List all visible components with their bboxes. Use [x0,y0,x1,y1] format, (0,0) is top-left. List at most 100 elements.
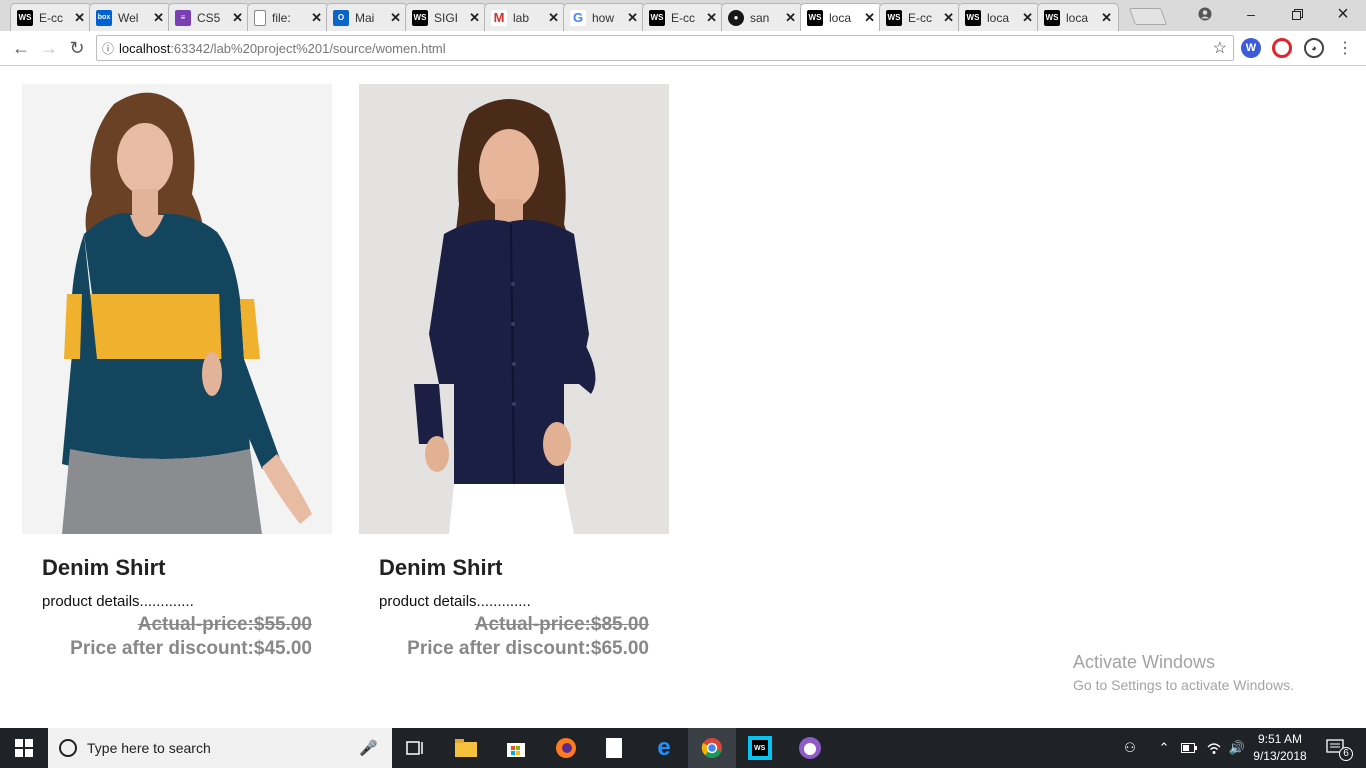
close-tab-icon[interactable]: ✕ [864,10,875,26]
ws-icon: WS [886,9,902,26]
battery-icon[interactable] [1178,728,1200,768]
github-desktop-icon[interactable] [786,728,834,768]
browser-toolbar: ← → ↻ ⓘ localhost:63342/lab%20project%20… [0,31,1366,66]
forward-button[interactable]: → [37,36,61,60]
browser-tab[interactable]: box Wel ✕ [89,3,171,31]
url-path: :63342/lab%20project%201/source/women.ht… [170,40,446,56]
browser-tab[interactable]: WS E-cc ✕ [642,3,724,31]
tab-title: how [592,10,615,25]
system-clock[interactable]: 9:51 AM 9/13/2018 [1248,731,1312,765]
clock-date: 9/13/2018 [1253,749,1307,763]
close-tab-icon[interactable]: ✕ [311,10,322,26]
webstorm-icon[interactable]: WS [736,728,784,768]
file-icon [254,9,266,26]
search-placeholder: Type here to search [87,740,211,756]
microphone-icon[interactable]: 🎤 [359,739,378,757]
ws-icon: WS [649,9,665,26]
chrome-icon[interactable] [688,728,736,768]
volume-icon[interactable]: 🔊 [1226,728,1248,768]
ws-icon: WS [807,9,823,26]
wifi-icon[interactable] [1203,728,1225,768]
browser-tab[interactable]: WS loca ✕ [958,3,1040,31]
windows-start-icon[interactable] [0,728,48,768]
speed-icon[interactable]: ◕ [1304,38,1324,58]
extension-w-icon[interactable]: W [1241,38,1261,58]
close-tab-icon[interactable]: ✕ [1022,10,1033,26]
browser-tab[interactable]: Mlab ✕ [484,3,566,31]
tab-title: Wel [118,10,139,25]
menu-icon[interactable]: ⋮ [1333,36,1357,60]
close-tab-icon[interactable]: ✕ [232,10,243,26]
close-tab-icon[interactable]: ✕ [785,10,796,26]
ws-icon: WS [412,9,428,26]
close-tab-icon[interactable]: ✕ [74,10,85,26]
close-tab-icon[interactable]: ✕ [1101,10,1112,26]
restore-button[interactable] [1274,0,1320,28]
task-view-icon[interactable] [392,728,440,768]
store-icon[interactable] [492,728,540,768]
watermark-subtitle: Go to Settings to activate Windows. [1073,677,1294,693]
tab-strip: – × WS E-cc ✕ box Wel ✕ ≡ CS5 ✕ file: ✕ O Mai ✕ WS SIGI… [0,0,1366,31]
info-icon[interactable]: ⓘ [97,40,119,57]
action-center-icon[interactable]: 6 [1318,728,1354,768]
notepad-icon[interactable] [590,728,638,768]
close-tab-icon[interactable]: ✕ [390,10,401,26]
discount-price: Price after discount:$45.00 [70,638,312,659]
clock-time: 9:51 AM [1257,732,1303,746]
browser-tab[interactable]: WS SIGI ✕ [405,3,487,31]
browser-tab[interactable]: Ghow ✕ [563,3,645,31]
bookmark-star-icon[interactable]: ☆ [1213,38,1227,58]
reload-button[interactable]: ↻ [65,36,89,60]
browser-tab[interactable]: ● san ✕ [721,3,803,31]
gmail-icon: M [491,9,507,26]
close-tab-icon[interactable]: ✕ [548,10,559,26]
product-name: Denim Shirt [379,555,503,580]
ws-icon: WS [965,9,981,26]
browser-tab[interactable]: ≡ CS5 ✕ [168,3,250,31]
product-image [359,84,669,534]
taskbar-search-input[interactable]: Type here to search 🎤 [48,728,392,768]
tab-title: file: [272,10,291,25]
product-card: Denim Shirt product details.............… [359,84,669,660]
tab-title: Mai [355,10,375,25]
product-card: Denim Shirt product details.............… [22,84,332,660]
browser-tab[interactable]: WS E-cc ✕ [879,3,961,31]
opera-icon[interactable] [1272,38,1292,58]
minimize-button[interactable]: – [1228,0,1274,28]
notification-badge: 6 [1339,747,1353,761]
firefox-icon[interactable] [542,728,590,768]
browser-tab[interactable]: O Mai ✕ [326,3,408,31]
close-tab-icon[interactable]: ✕ [943,10,954,26]
address-bar[interactable]: ⓘ localhost:63342/lab%20project%201/sour… [96,35,1234,61]
browser-tab[interactable]: WS loca ✕ [1037,3,1119,31]
ws-icon: WS [17,9,33,26]
tab-title: SIGI [434,10,459,25]
people-icon[interactable]: ⚇ [1118,728,1142,768]
profile-icon[interactable] [1182,0,1228,28]
new-tab-button[interactable] [1128,8,1168,25]
product-details: product details............. [42,593,194,610]
back-button[interactable]: ← [9,36,33,60]
close-window-button[interactable]: × [1320,0,1366,28]
close-tab-icon[interactable]: ✕ [469,10,480,26]
close-tab-icon[interactable]: ✕ [627,10,638,26]
actual-price: Actual-price:$55.00 [137,614,312,635]
activate-windows-watermark: Activate Windows Go to Settings to activ… [1073,652,1294,693]
taskbar: Type here to search 🎤 e WS ⚇ ⌃ 🔊 9:51 AM… [0,728,1366,768]
edge-icon[interactable]: e [640,728,688,768]
tab-title: CS5 [197,10,221,25]
tab-title: E-cc [908,10,932,25]
tab-title: loca [829,10,852,25]
box-icon: box [96,9,112,26]
close-tab-icon[interactable]: ✕ [153,10,164,26]
close-tab-icon[interactable]: ✕ [706,10,717,26]
google-icon: G [570,9,586,26]
file-explorer-icon[interactable] [442,728,490,768]
show-hidden-icons-icon[interactable]: ⌃ [1154,728,1174,768]
browser-tab[interactable]: file: ✕ [247,3,329,31]
tab-title: lab [513,10,530,25]
github-icon: ● [728,9,744,26]
browser-tab[interactable]: WS E-cc ✕ [10,3,92,31]
browser-tab[interactable]: WS loca ✕ [800,3,882,31]
product-details: product details............. [379,593,531,610]
